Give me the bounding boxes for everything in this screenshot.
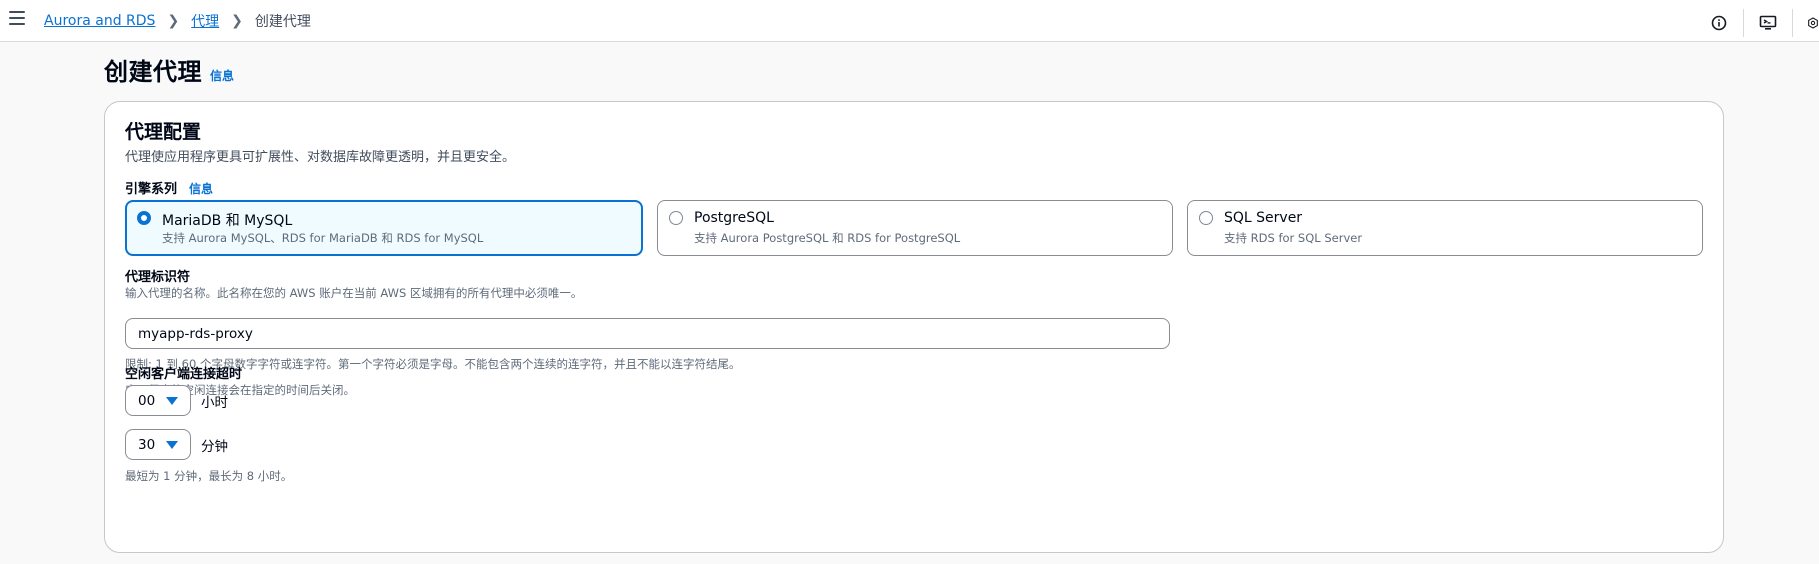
divider [1792, 9, 1793, 37]
hours-value: 00 [138, 393, 156, 409]
idle-timeout-label: 空闲客户端连接超时 [125, 367, 243, 382]
timeout-label-row: 空闲客户端连接超时 [125, 363, 242, 382]
minutes-select[interactable]: 30 [125, 429, 191, 460]
chevron-right-icon: ❯ [231, 13, 243, 29]
engine-tile-title: SQL Server [1224, 210, 1303, 226]
proxy-configuration-panel: 代理配置 代理使应用程序更具可扩展性、对数据库故障更透明，并且更安全。 引擎系列… [104, 101, 1724, 553]
proxy-identifier-input[interactable] [125, 318, 1170, 349]
cloudshell-icon[interactable] [1758, 13, 1778, 33]
engine-tile-description: 支持 Aurora PostgreSQL 和 RDS for PostgreSQ… [694, 231, 961, 245]
breadcrumb: Aurora and RDS ❯ 代理 ❯ 创建代理 [44, 11, 311, 31]
engine-family-label: 引擎系列 [125, 182, 178, 197]
top-utility-icons [1709, 9, 1819, 37]
engine-info-link[interactable]: 信息 [189, 180, 213, 197]
engine-tile-description: 支持 Aurora MySQL、RDS for MariaDB 和 RDS fo… [162, 231, 484, 245]
identifier-label-row: 代理标识符 [125, 266, 190, 285]
radio-selected-icon[interactable] [137, 211, 151, 225]
caret-down-icon [166, 441, 178, 449]
section-title: 代理配置 [125, 121, 202, 143]
radio-icon[interactable] [669, 211, 683, 225]
engine-family-tiles: MariaDB 和 MySQL 支持 Aurora MySQL、RDS for … [125, 200, 1703, 256]
minutes-value: 30 [138, 437, 156, 453]
page-header: 创建代理 信息 [104, 52, 234, 87]
top-navigation: Aurora and RDS ❯ 代理 ❯ 创建代理 [0, 0, 1819, 42]
engine-tile-title: PostgreSQL [694, 210, 774, 226]
proxy-identifier-description: 输入代理的名称。此名称在您的 AWS 账户在当前 AWS 区域拥有的所有代理中必… [125, 286, 583, 300]
settings-hex-icon[interactable] [1807, 13, 1819, 33]
divider [1743, 9, 1744, 37]
breadcrumb-current: 创建代理 [254, 14, 311, 30]
proxy-identifier-label: 代理标识符 [125, 270, 191, 285]
idle-timeout-constraint: 最短为 1 分钟，最长为 8 小时。 [125, 469, 293, 483]
caret-down-icon [166, 397, 178, 405]
page-info-link[interactable]: 信息 [210, 67, 234, 84]
breadcrumb-link-aurora[interactable]: Aurora and RDS [44, 13, 155, 29]
engine-tile-title: MariaDB 和 MySQL [162, 213, 293, 229]
radio-icon[interactable] [1199, 211, 1213, 225]
hamburger-icon[interactable] [9, 11, 25, 25]
engine-tile-description: 支持 RDS for SQL Server [1224, 231, 1363, 245]
breadcrumb-link-proxies[interactable]: 代理 [191, 11, 219, 31]
engine-tile-sqlserver[interactable]: SQL Server 支持 RDS for SQL Server [1187, 200, 1703, 256]
info-circle-icon[interactable] [1709, 13, 1729, 33]
hours-unit: 小时 [201, 395, 228, 411]
engine-label-row: 引擎系列 信息 [125, 178, 213, 197]
hours-select[interactable]: 00 [125, 385, 191, 416]
section-description: 代理使应用程序更具可扩展性、对数据库故障更透明，并且更安全。 [125, 150, 516, 165]
minutes-unit: 分钟 [201, 439, 228, 455]
engine-tile-postgresql[interactable]: PostgreSQL 支持 Aurora PostgreSQL 和 RDS fo… [657, 200, 1173, 256]
chevron-right-icon: ❯ [167, 13, 180, 29]
page-title: 创建代理 [104, 58, 202, 86]
engine-tile-mysql[interactable]: MariaDB 和 MySQL 支持 Aurora MySQL、RDS for … [125, 200, 643, 256]
